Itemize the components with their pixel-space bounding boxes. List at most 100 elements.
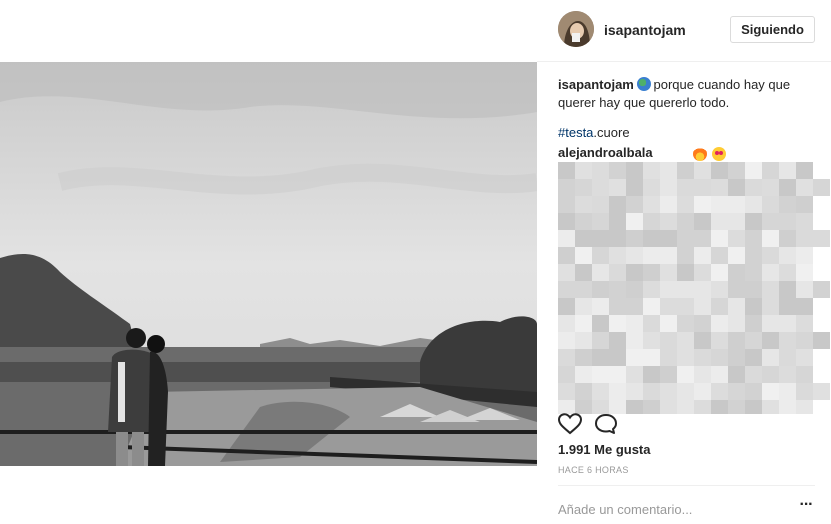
pixel-block bbox=[762, 315, 779, 332]
pixel-block bbox=[558, 162, 575, 179]
pixel-block bbox=[609, 349, 626, 366]
pixel-block bbox=[711, 247, 728, 264]
pixel-block bbox=[660, 400, 677, 414]
pixel-block bbox=[796, 332, 813, 349]
pixel-block bbox=[677, 162, 694, 179]
pixel-block bbox=[779, 213, 796, 230]
pixel-block bbox=[694, 162, 711, 179]
pixel-block bbox=[711, 366, 728, 383]
pixel-block bbox=[558, 298, 575, 315]
pixel-block bbox=[643, 230, 660, 247]
pixel-block bbox=[558, 366, 575, 383]
pixel-block bbox=[677, 332, 694, 349]
pixel-block bbox=[609, 298, 626, 315]
hashtag-link[interactable]: #testa bbox=[558, 125, 593, 140]
pixel-block bbox=[813, 230, 830, 247]
speech-bubble-icon[interactable] bbox=[594, 413, 618, 435]
pixel-block bbox=[575, 179, 592, 196]
pixel-block bbox=[660, 264, 677, 281]
pixel-block bbox=[592, 298, 609, 315]
pixel-block bbox=[745, 247, 762, 264]
pixel-block bbox=[575, 349, 592, 366]
pixel-block bbox=[762, 281, 779, 298]
pixel-block bbox=[728, 230, 745, 247]
pixel-block bbox=[660, 196, 677, 213]
pixel-block bbox=[694, 383, 711, 400]
pixel-block bbox=[609, 315, 626, 332]
pixel-block bbox=[711, 400, 728, 414]
pixel-block bbox=[796, 196, 813, 213]
pixel-block bbox=[643, 349, 660, 366]
pixel-block bbox=[677, 349, 694, 366]
pixel-block bbox=[677, 247, 694, 264]
pixel-block bbox=[609, 230, 626, 247]
heart-eyes-emoji bbox=[711, 146, 726, 161]
pixel-block bbox=[626, 281, 643, 298]
pixel-block bbox=[592, 230, 609, 247]
pixel-block bbox=[745, 230, 762, 247]
pixel-block bbox=[558, 332, 575, 349]
pixel-block bbox=[609, 366, 626, 383]
pixel-block bbox=[728, 162, 745, 179]
pixel-block bbox=[796, 264, 813, 281]
pixel-block bbox=[762, 349, 779, 366]
pixel-block bbox=[762, 400, 779, 414]
pixel-block bbox=[660, 281, 677, 298]
pixel-block bbox=[558, 196, 575, 213]
pixel-block bbox=[711, 162, 728, 179]
pixel-block bbox=[694, 349, 711, 366]
pixel-block bbox=[779, 247, 796, 264]
post-time[interactable]: HACE 6 HORAS bbox=[558, 465, 629, 475]
pixel-block bbox=[694, 332, 711, 349]
pixel-block bbox=[796, 400, 813, 414]
pixel-block bbox=[762, 366, 779, 383]
pixel-block bbox=[813, 281, 830, 298]
pixel-block bbox=[592, 366, 609, 383]
pixel-block bbox=[779, 315, 796, 332]
pixel-block bbox=[694, 247, 711, 264]
pixel-block bbox=[796, 162, 813, 179]
more-options-button[interactable]: ··· bbox=[796, 497, 816, 516]
pixel-block bbox=[694, 179, 711, 196]
pixel-block bbox=[796, 349, 813, 366]
hashtag-line: #testa.cuore bbox=[558, 124, 630, 142]
pixel-block bbox=[643, 366, 660, 383]
post-photo[interactable] bbox=[0, 62, 537, 466]
pixel-block bbox=[779, 400, 796, 414]
like-count[interactable]: 1.991 Me gusta bbox=[558, 442, 651, 457]
heart-outline-icon[interactable] bbox=[557, 413, 583, 435]
pixel-block bbox=[779, 162, 796, 179]
pixel-block bbox=[626, 264, 643, 281]
caption-username[interactable]: isapantojam bbox=[558, 77, 634, 92]
avatar[interactable] bbox=[558, 11, 594, 47]
pixel-block bbox=[592, 247, 609, 264]
pixel-block bbox=[660, 179, 677, 196]
pixel-block bbox=[711, 230, 728, 247]
comment-input[interactable] bbox=[558, 500, 783, 518]
pixel-block bbox=[575, 230, 592, 247]
pixel-block bbox=[762, 230, 779, 247]
pixel-block bbox=[677, 383, 694, 400]
pixel-block bbox=[745, 400, 762, 414]
pixel-block bbox=[779, 349, 796, 366]
pixel-block bbox=[643, 179, 660, 196]
pixel-block bbox=[728, 315, 745, 332]
pixel-block bbox=[592, 264, 609, 281]
pixel-block bbox=[762, 162, 779, 179]
pixel-block bbox=[745, 298, 762, 315]
pixel-block bbox=[779, 264, 796, 281]
pixel-block bbox=[762, 179, 779, 196]
pixel-block bbox=[745, 281, 762, 298]
post-caption: isapantojam porque cuando hay que querer… bbox=[558, 76, 818, 112]
comment-username[interactable]: alejandroalbala bbox=[558, 144, 653, 162]
pixel-block bbox=[592, 315, 609, 332]
pixel-block bbox=[762, 196, 779, 213]
pixel-block bbox=[643, 247, 660, 264]
pixel-block bbox=[558, 400, 575, 414]
pixel-block bbox=[609, 383, 626, 400]
header-username[interactable]: isapantojam bbox=[604, 22, 686, 38]
following-button[interactable]: Siguiendo bbox=[730, 16, 815, 43]
pixel-block bbox=[745, 162, 762, 179]
pixel-block bbox=[626, 213, 643, 230]
pixel-block bbox=[558, 179, 575, 196]
